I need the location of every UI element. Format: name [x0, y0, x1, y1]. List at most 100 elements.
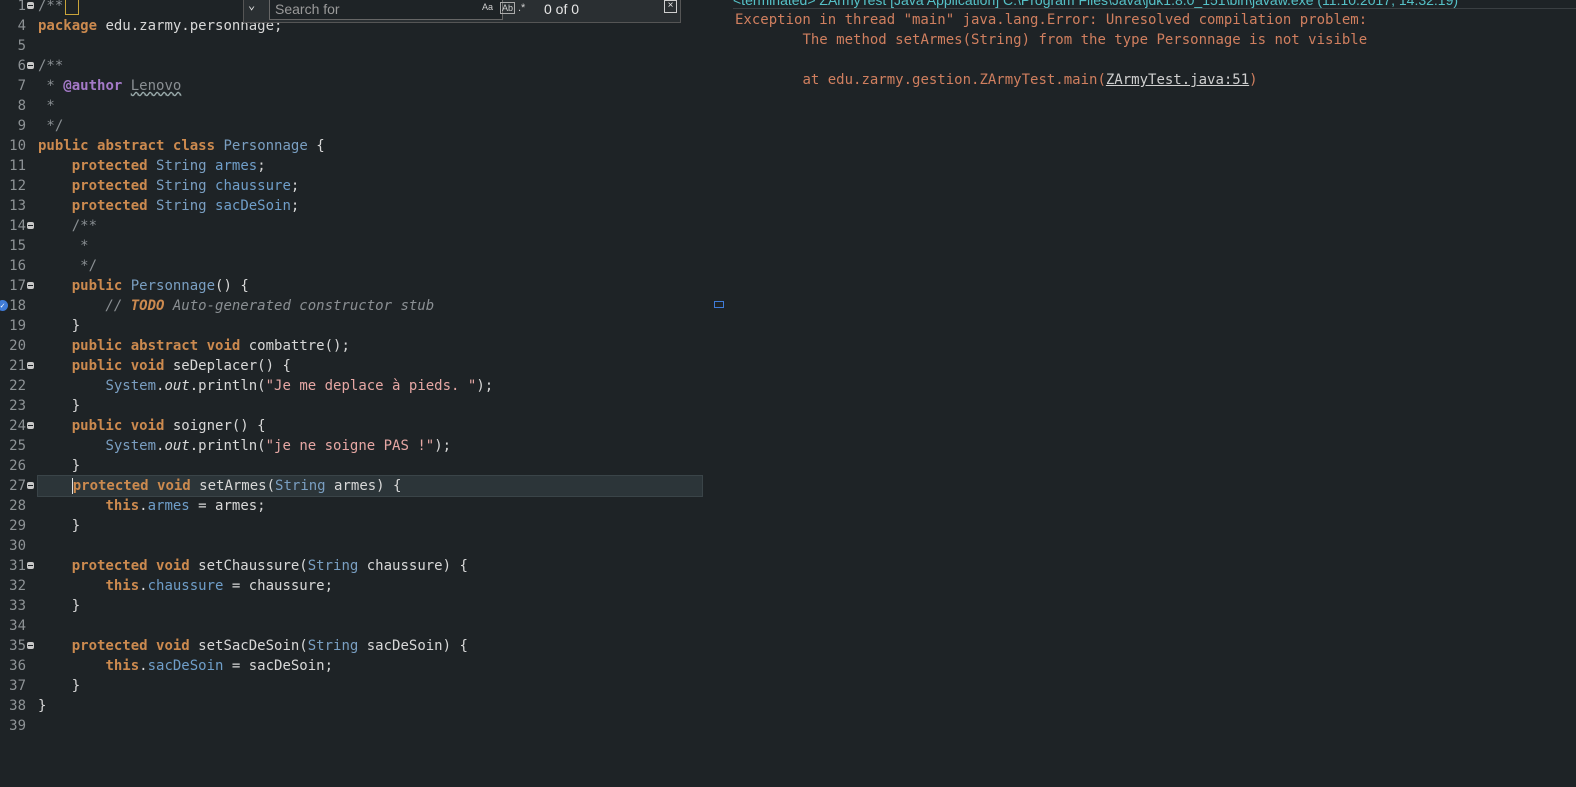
code-line[interactable]: 20 public abstract void combattre(); [0, 336, 706, 356]
code-line[interactable]: 8 * [0, 96, 706, 116]
line-number: 39 [9, 718, 26, 734]
code-line[interactable]: 22 System.out.println("Je me deplace à p… [0, 376, 706, 396]
code-text: public void soigner() { [71, 418, 266, 434]
stacktrace-link[interactable]: ZArmyTest.java:51 [1106, 72, 1249, 88]
console-divider [733, 8, 1576, 9]
line-number: 26 [9, 458, 26, 474]
code-line[interactable]: 16 */ [0, 256, 706, 276]
line-number: 21 [9, 358, 26, 374]
line-number: 31 [9, 558, 26, 574]
code-text: /** [38, 58, 64, 74]
fold-toggle-icon[interactable] [27, 362, 34, 369]
fold-toggle-icon[interactable] [27, 62, 34, 69]
close-icon[interactable]: × [664, 0, 677, 13]
line-number: 12 [9, 178, 26, 194]
console-stack-line: at edu.zarmy.gestion.ZArmyTest.main(ZArm… [735, 70, 1257, 90]
code-text: } [38, 678, 81, 694]
code-text: this.armes = armes; [105, 498, 266, 514]
fold-toggle-icon[interactable] [27, 222, 34, 229]
code-text: protected void setArmes(String armes) { [37, 475, 703, 497]
code-text: */ [38, 258, 98, 274]
code-line[interactable]: 23 } [0, 396, 706, 416]
code-text: * [38, 238, 89, 254]
code-text: protected String sacDeSoin; [71, 198, 300, 214]
line-number: 13 [9, 198, 26, 214]
match-case-icon[interactable]: Aa [482, 2, 493, 12]
code-text: this.sacDeSoin = sacDeSoin; [105, 658, 334, 674]
code-text: * [38, 98, 55, 114]
fold-toggle-icon[interactable] [27, 562, 34, 569]
code-line[interactable]: 21 public void seDeplacer() { [0, 356, 706, 376]
code-text: public void seDeplacer() { [71, 358, 291, 374]
code-text: } [38, 398, 81, 414]
console-header: <terminated> ZArmyTest [Java Application… [733, 0, 1459, 8]
code-line[interactable]: 5 [0, 36, 706, 56]
line-number: 24 [9, 418, 26, 434]
code-text: protected String chaussure; [71, 178, 300, 194]
code-line[interactable]: 31 protected void setChaussure(String ch… [0, 556, 706, 576]
code-line[interactable]: 17 public Personnage() { [0, 276, 706, 296]
line-number: 15 [9, 238, 26, 254]
code-text: } [38, 318, 81, 334]
regex-icon[interactable]: .* [518, 2, 525, 14]
code-line[interactable]: 36 this.sacDeSoin = sacDeSoin; [0, 656, 706, 676]
code-line[interactable]: 39 [0, 716, 706, 736]
code-line[interactable]: 25 System.out.println("je ne soigne PAS … [0, 436, 706, 456]
fold-toggle-icon[interactable] [27, 422, 34, 429]
code-line[interactable]: 37 } [0, 676, 706, 696]
code-line[interactable]: 6 /** [0, 56, 706, 76]
chevron-down-icon[interactable]: ⌄ [248, 0, 255, 12]
code-line[interactable]: 33 } [0, 596, 706, 616]
overview-ruler[interactable] [710, 0, 734, 787]
code-line[interactable]: 28 this.armes = armes; [0, 496, 706, 516]
code-line[interactable]: 29 } [0, 516, 706, 536]
line-number: 32 [9, 578, 26, 594]
code-line[interactable]: 32 this.chaussure = chaussure; [0, 576, 706, 596]
code-text: protected void setChaussure(String chaus… [71, 558, 468, 574]
line-number: 28 [9, 498, 26, 514]
fold-toggle-icon[interactable] [27, 642, 34, 649]
code-line[interactable]: 10 public abstract class Personnage { [0, 136, 706, 156]
code-line[interactable]: 15 * [0, 236, 706, 256]
line-number: 30 [9, 538, 26, 554]
console-error-line: Exception in thread "main" java.lang.Err… [735, 12, 1376, 28]
code-line[interactable]: 27 protected void setArmes(String armes)… [0, 475, 706, 497]
code-line[interactable]: 19 } [0, 316, 706, 336]
code-line[interactable]: 38} [0, 696, 706, 716]
code-text: public Personnage() { [71, 278, 249, 294]
fold-toggle-icon[interactable] [27, 2, 34, 9]
code-line[interactable]: 24 public void soigner() { [0, 416, 706, 436]
task-marker-icon[interactable] [714, 301, 724, 308]
code-line[interactable]: 7 * @author Lenovo [0, 76, 706, 96]
line-number: 27 [9, 478, 26, 494]
line-number: 5 [17, 38, 26, 54]
stack-text: at edu.zarmy.gestion.ZArmyTest.main( [735, 72, 1106, 88]
code-line[interactable]: 35 protected void setSacDeSoin(String sa… [0, 636, 706, 656]
code-line[interactable]: 30 [0, 536, 706, 556]
code-line[interactable]: 34 [0, 616, 706, 636]
line-number: 1 [17, 0, 26, 14]
code-line[interactable]: 26 } [0, 456, 706, 476]
whole-word-icon[interactable]: Ab [500, 2, 516, 14]
code-line[interactable]: 18 ✓ // TODO Auto-generated constructor s… [0, 296, 706, 316]
line-number: 29 [9, 518, 26, 534]
code-line[interactable]: 11 protected String armes; [0, 156, 706, 176]
fold-toggle-icon[interactable] [27, 282, 34, 289]
console-view[interactable]: <terminated> ZArmyTest [Java Application… [733, 0, 1576, 787]
code-line[interactable]: 14 /** [0, 216, 706, 236]
fold-toggle-icon[interactable] [27, 482, 34, 489]
search-input[interactable]: Search for [269, 0, 503, 20]
code-text: public abstract class Personnage { [38, 138, 325, 154]
line-number: 23 [9, 398, 26, 414]
code-line[interactable]: 12 protected String chaussure; [0, 176, 706, 196]
code-text: System.out.println("je ne soigne PAS !")… [105, 438, 452, 454]
code-editor[interactable]: 1/** 4 package edu.zarmy.personnage; 5 6/** 7… [0, 0, 710, 787]
code-text: } [38, 458, 81, 474]
code-line[interactable]: 13 protected String sacDeSoin; [0, 196, 706, 216]
match-count: 0 of 0 [544, 1, 580, 17]
code-line[interactable]: 9 */ [0, 116, 706, 136]
code-text: // TODO Auto-generated constructor stub [38, 298, 435, 314]
code-text: */ [38, 118, 64, 134]
line-number: 37 [9, 678, 26, 694]
